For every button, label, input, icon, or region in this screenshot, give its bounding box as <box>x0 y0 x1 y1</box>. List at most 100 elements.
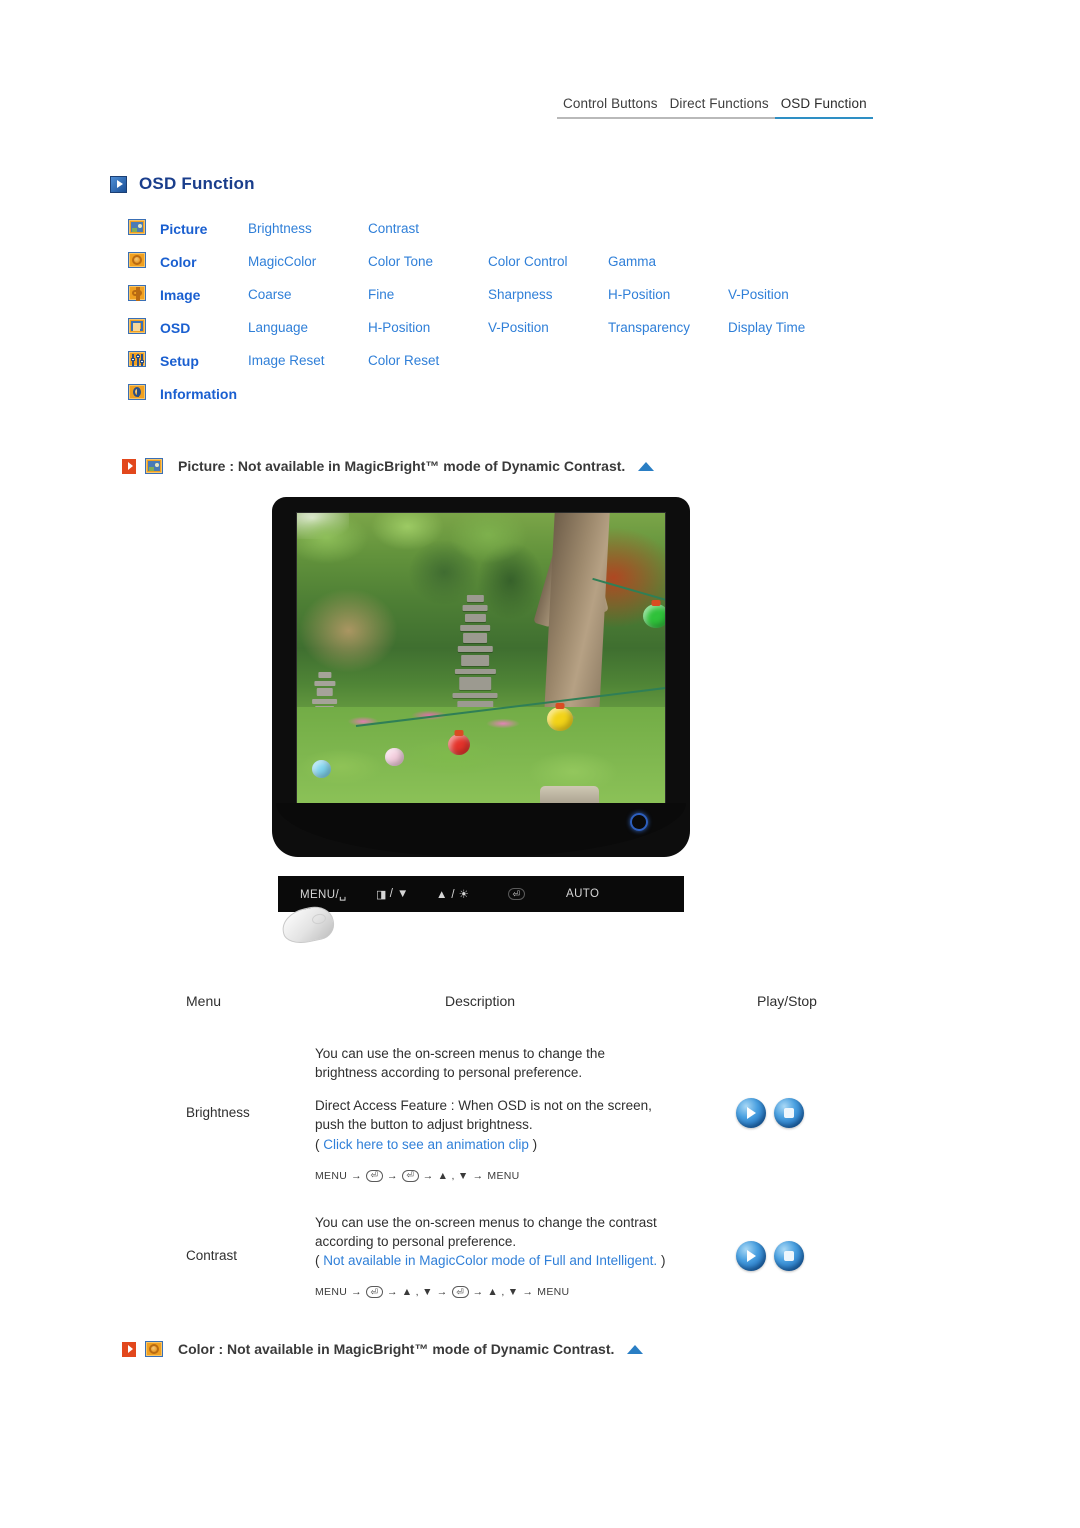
menu-item-language[interactable]: Language <box>248 318 368 351</box>
path-token: ▲ , ▼ <box>437 1169 469 1182</box>
flower-bed <box>297 701 665 743</box>
blue-arrow-icon <box>110 175 127 193</box>
menu-item-color-reset[interactable]: Color Reset <box>368 351 488 384</box>
picture-note-label: Picture : Not available in MagicBright™ … <box>178 458 626 474</box>
tab-control-buttons[interactable]: Control Buttons <box>557 96 664 119</box>
path-arrow: → <box>386 1169 398 1182</box>
path-arrow: → <box>351 1286 362 1299</box>
paren-close: ) <box>528 1136 538 1152</box>
menu-path-brightness: MENU → ⏎ → ⏎ → ▲ , ▼ → MENU <box>315 1169 734 1182</box>
magicbright-down-label: / ▼ <box>389 888 409 900</box>
picture-icon <box>145 458 163 474</box>
lantern-blue <box>311 759 331 778</box>
menu-category-setup[interactable]: Setup <box>160 351 248 384</box>
menu-item-image-h-position[interactable]: H-Position <box>608 285 728 318</box>
color-icon <box>128 252 146 268</box>
magiccolor-note-text: Not available in MagicColor mode of Full… <box>323 1253 658 1269</box>
menu-item-brightness[interactable]: Brightness <box>248 219 368 252</box>
menu-button[interactable]: MENU/␣ <box>300 887 347 901</box>
menu-item-image-v-position[interactable]: V-Position <box>728 285 852 318</box>
menu-item-image-reset[interactable]: Image Reset <box>248 351 368 384</box>
paren-close: ) <box>657 1253 666 1269</box>
menu-row-color: Color MagicColor Color Tone Color Contro… <box>128 252 852 285</box>
path-arrow: → <box>522 1286 534 1299</box>
desc-line: You can use the on-screen menus to chang… <box>315 1214 657 1230</box>
menu-item-display-time[interactable]: Display Time <box>728 318 852 351</box>
magicbright-down-button[interactable]: ◨ / ▼ <box>376 888 409 901</box>
menu-category-picture[interactable]: Picture <box>160 219 248 252</box>
menu-item-magiccolor[interactable]: MagicColor <box>248 252 368 285</box>
information-icon <box>128 384 146 400</box>
column-header-menu: Menu <box>186 993 222 1009</box>
tab-direct-functions[interactable]: Direct Functions <box>663 96 775 119</box>
monitor-screen <box>296 512 666 808</box>
color-icon <box>145 1341 163 1357</box>
menu-description-table: Menu Description Play/Stop Brightness Yo… <box>185 992 875 1328</box>
column-header-description: Description <box>445 993 516 1009</box>
mouse-cursor-icon <box>279 902 337 948</box>
menu-item-color-control[interactable]: Color Control <box>488 252 608 285</box>
power-indicator-icon[interactable] <box>630 813 648 831</box>
menu-item-color-tone[interactable]: Color Tone <box>368 252 488 285</box>
image-icon <box>128 285 146 301</box>
row-menu-brightness: Brightness <box>186 1105 250 1121</box>
menu-button-label: MENU/␣ <box>300 889 347 901</box>
row-play-stop-contrast <box>735 1212 875 1328</box>
menu-item-osd-h-position[interactable]: H-Position <box>368 318 488 351</box>
garden-photo <box>297 513 665 807</box>
row-menu-contrast: Contrast <box>186 1248 238 1264</box>
path-token: ▲ , ▼ <box>401 1286 433 1299</box>
menu-category-color[interactable]: Color <box>160 252 248 285</box>
path-arrow: → <box>472 1286 484 1299</box>
tab-bar: Control Buttons Direct Functions OSD Fun… <box>557 96 873 119</box>
row-description-brightness: You can use the on-screen menus to chang… <box>315 1043 735 1212</box>
menu-item-coarse[interactable]: Coarse <box>248 285 368 318</box>
setup-icon <box>128 351 146 367</box>
table-row: Brightness You can use the on-screen men… <box>185 1043 875 1212</box>
path-arrow: → <box>422 1169 434 1182</box>
monitor-illustration <box>272 497 690 857</box>
page-title-label: OSD Function <box>139 174 255 193</box>
scroll-to-top-icon[interactable] <box>638 461 655 471</box>
control-button-bar: MENU/␣ ◨ / ▼ ▲ / ☀ ⏎ AUTO <box>278 876 684 912</box>
menu-category-osd[interactable]: OSD <box>160 318 248 351</box>
menu-category-image[interactable]: Image <box>160 285 248 318</box>
menu-row-osd: OSD Language H-Position V-Position Trans… <box>128 318 852 351</box>
tab-osd-function[interactable]: OSD Function <box>774 96 873 119</box>
scroll-to-top-icon[interactable] <box>627 1344 644 1354</box>
table-header-row: Menu Description Play/Stop <box>185 992 875 1043</box>
path-arrow: → <box>436 1286 448 1299</box>
menu-item-fine[interactable]: Fine <box>368 285 488 318</box>
play-button[interactable] <box>736 1097 766 1128</box>
path-token: MENU <box>315 1169 348 1182</box>
menu-item-gamma[interactable]: Gamma <box>608 252 728 285</box>
red-arrow-icon <box>122 458 136 474</box>
paren-open: ( <box>315 1253 324 1269</box>
desc-line: according to personal preference. <box>315 1233 517 1249</box>
magiccolor-note-line: ( Not available in MagicColor mode of Fu… <box>315 1251 734 1270</box>
color-note: Color : Not available in MagicBright™ mo… <box>122 1341 644 1357</box>
path-token: MENU <box>537 1286 570 1299</box>
menu-category-information[interactable]: Information <box>160 384 248 417</box>
menu-item-osd-v-position[interactable]: V-Position <box>488 318 608 351</box>
path-arrow: → <box>351 1169 362 1182</box>
magicbright-icon: ◨ <box>376 888 387 901</box>
menu-row-picture: Picture Brightness Contrast <box>128 219 852 252</box>
menu-item-transparency[interactable]: Transparency <box>608 318 728 351</box>
auto-button[interactable]: AUTO <box>566 888 599 900</box>
menu-item-sharpness[interactable]: Sharpness <box>488 285 608 318</box>
menu-item-contrast[interactable]: Contrast <box>368 219 488 252</box>
red-arrow-icon <box>122 1341 136 1357</box>
source-enter-button[interactable]: ⏎ <box>508 888 525 900</box>
menu-row-setup: Setup Image Reset Color Reset <box>128 351 852 384</box>
path-token: ▲ , ▼ <box>487 1286 519 1299</box>
stop-button[interactable] <box>774 1097 804 1128</box>
animation-clip-link[interactable]: Click here to see an animation clip <box>323 1137 529 1152</box>
row-play-stop-brightness <box>735 1043 875 1212</box>
brightness-up-label: ▲ / ☀ <box>436 889 470 901</box>
menu-path-contrast: MENU → ⏎ → ▲ , ▼ → ⏎ → ▲ , ▼ → MENU <box>315 1286 734 1299</box>
menu-row-information: Information <box>128 384 852 417</box>
play-button[interactable] <box>736 1240 766 1271</box>
brightness-up-button[interactable]: ▲ / ☀ <box>436 887 469 901</box>
stop-button[interactable] <box>774 1240 804 1271</box>
